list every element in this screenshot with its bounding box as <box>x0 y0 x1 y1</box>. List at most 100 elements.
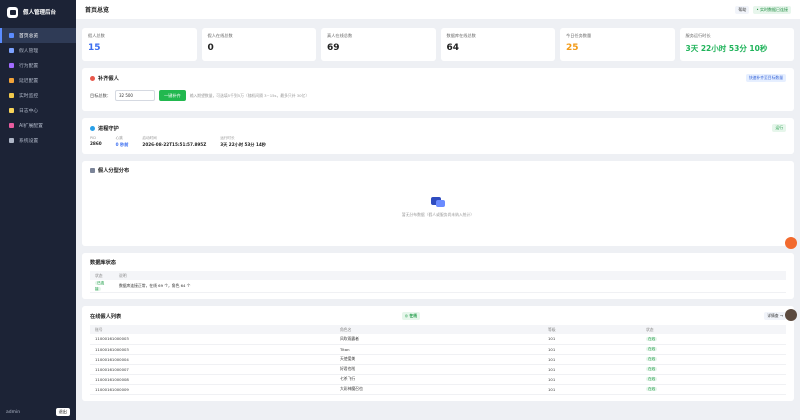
guard-field: 心跳 0 秒前 <box>116 136 129 148</box>
online-tag: ◎ 在线 <box>401 312 420 320</box>
guard-field: 启动时间 2026-08-22T15:51:57.895Z <box>142 136 206 148</box>
db-status-card: 数据库状态 状态 说明 已连接 数据库连接正常，在线 69 个，角色 64 个 <box>82 253 794 299</box>
empty-chat-icon <box>431 196 445 208</box>
table-row[interactable]: 11000161000007 好君也啦 101 在线 <box>90 364 786 375</box>
guard-card: 进程守护 运行 PID 2860 心跳 0 秒前 启动时间 2026-08-22T15:5… <box>82 118 794 154</box>
refill-title: 补齐假人 <box>98 75 119 82</box>
guard-field-value: 2860 <box>90 141 102 146</box>
cell-name: 大彩神魔召也 <box>335 384 543 395</box>
online-table: 账号 角色名 等级 状态 11000161000003 风吹雨露者 101 在线 110… <box>90 325 786 395</box>
stat-value: 64 <box>446 43 460 53</box>
target-count-input[interactable]: 32 500 <box>114 90 155 101</box>
guard-fields: PID 2860 心跳 0 秒前 启动时间 2026-08-22T15:51:57.895… <box>90 136 786 148</box>
cell-level: 101 <box>543 334 641 345</box>
sidebar-item-label: 实时监控 <box>19 94 39 99</box>
sidebar: 假人管理后台 首页总览假人管理行为配置延迟配置实时监控日志中心 AI扩展配置系统设… <box>0 0 76 420</box>
sidebar-item-0[interactable]: 首页总览 <box>0 28 76 43</box>
stat-card: 数据库在线总数 64 <box>440 28 555 61</box>
cell-account: 11000161000007 <box>90 364 335 375</box>
stats-row: 假人总数 15 假人在线总数 0 真人在线总数 69 数据库在线总数 64 今日任务数量 25 服务… <box>82 28 794 61</box>
distribution-card: 假人分型分布 暂无分布数据（假人或服务尚未纳入统计） <box>82 161 794 246</box>
home-icon <box>9 33 14 38</box>
col-account: 账号 <box>90 325 335 334</box>
sidebar-item-label: 延迟配置 <box>19 79 39 84</box>
table-row: 已连接 数据库连接正常，在线 69 个，角色 64 个 <box>90 280 786 293</box>
assistant-avatar[interactable] <box>785 309 797 321</box>
stat-value: 25 <box>566 43 579 53</box>
cell-level: 101 <box>543 344 641 355</box>
cell-account: 11000161000003 <box>90 344 335 355</box>
refill-icon <box>90 75 95 81</box>
help-button[interactable]: 帮助 <box>735 5 750 14</box>
table-row[interactable]: 11000161000003 Titan 101 在线 <box>90 344 786 355</box>
page-title: 首页总览 <box>85 7 110 14</box>
online-title: 在线假人列表 <box>90 313 122 320</box>
table-row[interactable]: 11000161000008 七杀飞行 101 在线 <box>90 374 786 385</box>
live-status-badge[interactable]: • 实时数据已连接 <box>753 5 791 14</box>
stat-value: 3天 22小时 53分 10秒 <box>685 44 768 53</box>
status-pill: 在线 <box>646 347 658 351</box>
db-col-desc: 说明 <box>114 271 786 280</box>
cell-account: 11000161000004 <box>90 354 335 365</box>
guard-field-key: 运行时长 <box>220 136 235 140</box>
status-pill: 在线 <box>646 357 658 361</box>
status-pill: 在线 <box>646 336 658 341</box>
stat-value: 69 <box>327 43 340 53</box>
db-desc: 数据库连接正常，在线 69 个，角色 64 个 <box>114 280 786 293</box>
sidebar-item-label: 系统设置 <box>19 139 39 144</box>
cell-name: 风吹雨露者 <box>335 334 543 345</box>
guard-field-value: 0 秒前 <box>115 142 129 147</box>
cell-level: 101 <box>543 354 641 365</box>
sliders-icon <box>9 63 14 68</box>
cell-level: 101 <box>543 364 641 375</box>
sidebar-item-5[interactable]: 日志中心 <box>0 103 76 118</box>
brain-icon <box>9 123 14 128</box>
table-row[interactable]: 11000161000004 天使爱美 101 在线 <box>90 354 786 365</box>
refill-button[interactable]: 一键补齐 <box>158 90 186 101</box>
empty-text: 暂无分布数据（假人或服务尚未纳入统计） <box>401 212 475 217</box>
pulse-icon <box>9 93 14 98</box>
db-table: 状态 说明 已连接 数据库连接正常，在线 69 个，角色 64 个 <box>90 271 786 293</box>
sidebar-item-2[interactable]: 行为配置 <box>0 58 76 73</box>
main-content: 首页总览 帮助 • 实时数据已连接 假人总数 15 假人在线总数 0 真人在线总数 69 数… <box>76 0 800 420</box>
col-status: 状态 <box>641 325 786 334</box>
table-row[interactable]: 11000161000003 风吹雨露者 101 在线 <box>90 334 786 345</box>
sidebar-item-label: 首页总览 <box>19 34 39 39</box>
cell-name: Titan <box>335 344 543 355</box>
current-user: admin <box>6 409 21 415</box>
chat-fab-icon[interactable] <box>785 237 797 249</box>
sidebar-item-3[interactable]: 延迟配置 <box>0 73 76 88</box>
stat-label: 服务运行时长 <box>685 33 711 38</box>
sidebar-item-label: 行为配置 <box>19 64 39 69</box>
online-list-card: 在线假人列表 ◎ 在线 详情查 → 账号 角色名 等级 状态 1100016100… <box>82 306 794 401</box>
cell-name: 天使爱美 <box>335 354 543 365</box>
sidebar-item-4[interactable]: 实时监控 <box>0 88 76 103</box>
guard-field-key: 启动时间 <box>142 136 157 140</box>
guard-field-value: 2026-08-22T15:51:57.895Z <box>142 142 207 147</box>
stat-label: 今日任务数量 <box>566 33 592 38</box>
guard-field: 运行时长 3天 22小时 53分 14秒 <box>220 136 266 148</box>
status-pill: 在线 <box>646 367 658 371</box>
sidebar-footer: admin 退出 <box>0 408 76 416</box>
db-col-status: 状态 <box>90 271 114 280</box>
empty-state: 暂无分布数据（假人或服务尚未纳入统计） <box>90 174 786 240</box>
stat-label: 数据库在线总数 <box>446 33 476 38</box>
sidebar-item-7[interactable]: 系统设置 <box>0 133 76 148</box>
guard-field-key: PID <box>90 136 96 140</box>
file-icon <box>9 108 14 113</box>
db-status-pill: 已连接 <box>95 281 105 291</box>
stat-label: 真人在线总数 <box>327 33 353 38</box>
cell-account: 11000161000003 <box>90 334 335 345</box>
gear-icon <box>9 138 14 143</box>
query-button[interactable]: 详情查 → <box>764 312 786 320</box>
cell-account: 11000161000009 <box>90 384 335 395</box>
sidebar-nav: 首页总览假人管理行为配置延迟配置实时监控日志中心 AI扩展配置系统设置 <box>0 28 76 148</box>
app-title: 假人管理后台 <box>23 10 57 16</box>
logout-button[interactable]: 退出 <box>55 408 70 416</box>
sidebar-item-1[interactable]: 假人管理 <box>0 43 76 58</box>
stat-value: 0 <box>207 43 214 53</box>
sidebar-item-6[interactable]: AI扩展配置 <box>0 118 76 133</box>
col-level: 等级 <box>543 325 641 334</box>
table-row[interactable]: 11000161000009 大彩神魔召也 101 在线 <box>90 384 786 395</box>
guard-status-badge: 运行 <box>772 124 786 132</box>
